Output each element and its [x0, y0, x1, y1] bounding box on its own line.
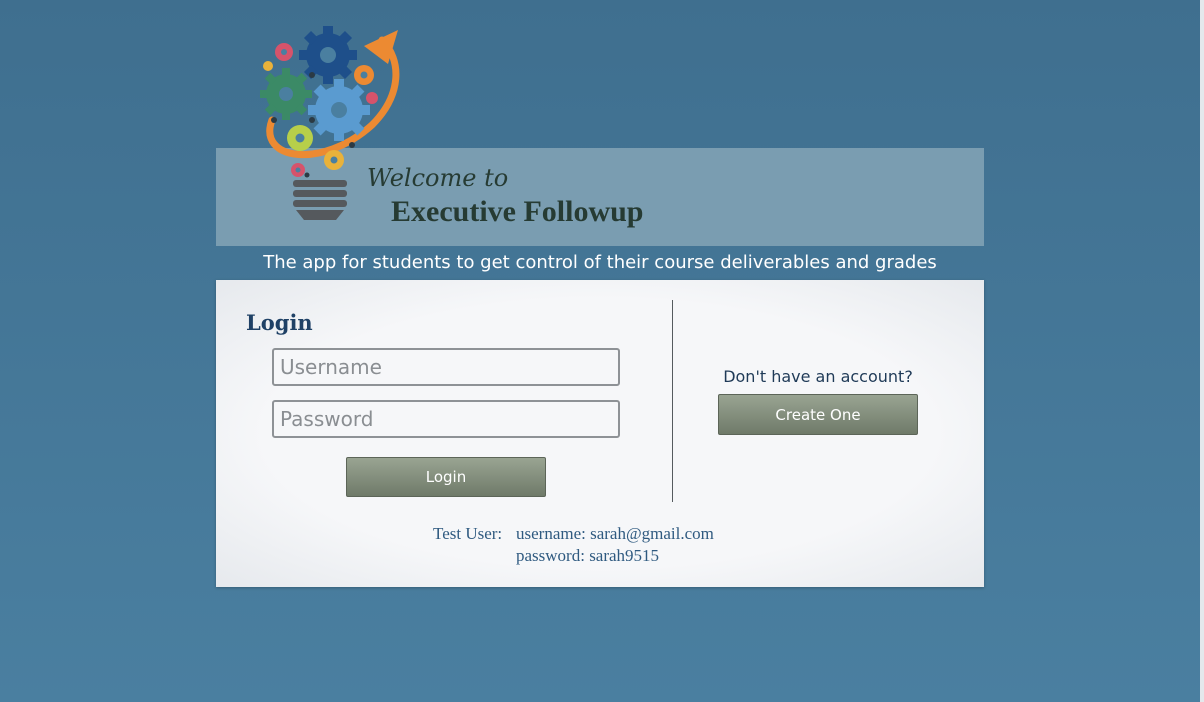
username-input[interactable]: [272, 348, 620, 386]
scrollbar-track: [1200, 0, 1204, 702]
login-button[interactable]: Login: [346, 457, 546, 497]
signup-prompt: Don't have an account?: [723, 367, 913, 386]
test-password-text: password: sarah9515: [516, 546, 660, 565]
login-heading: Login: [246, 310, 313, 335]
test-username-text: username: sarah@gmail.com: [516, 524, 714, 543]
app-title: Executive Followup: [391, 195, 644, 228]
test-user-label: Test User:: [433, 524, 503, 543]
vertical-divider: [672, 300, 673, 502]
create-account-button[interactable]: Create One: [718, 394, 918, 435]
password-input[interactable]: [272, 400, 620, 438]
welcome-text: Welcome to: [367, 164, 509, 192]
app-tagline: The app for students to get control of t…: [263, 252, 937, 273]
